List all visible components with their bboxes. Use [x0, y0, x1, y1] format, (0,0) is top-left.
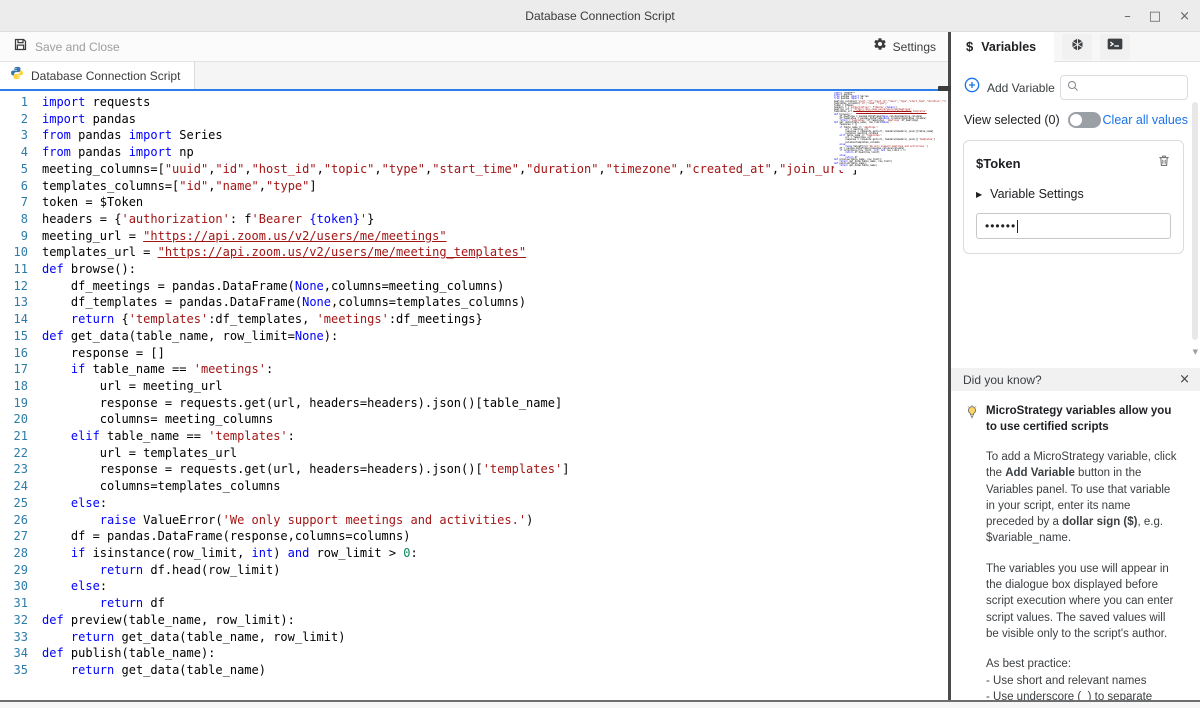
close-button[interactable]: × — [1179, 10, 1190, 23]
console-icon — [1107, 37, 1123, 56]
did-you-know-paragraph-2: The variables you use will appear in the… — [986, 561, 1181, 642]
variable-search-input[interactable] — [1084, 82, 1174, 94]
window-title: Database Connection Script — [525, 9, 674, 23]
editor-tab-label: Database Connection Script — [31, 69, 180, 83]
text-cursor — [1017, 220, 1018, 233]
tab-variables[interactable]: $ Variables — [951, 32, 1054, 62]
did-you-know-title: Did you know? — [963, 373, 1042, 387]
best-practice-item-1: - Use short and relevant names — [986, 673, 1181, 689]
did-you-know-panel: Did you know? × MicroStrategy variables … — [951, 368, 1200, 700]
gear-icon — [873, 37, 887, 56]
editor-tab-database-connection-script[interactable]: Database Connection Script — [0, 62, 195, 89]
variable-search-box[interactable] — [1060, 75, 1188, 100]
save-icon — [13, 37, 28, 57]
search-icon — [1067, 79, 1079, 97]
tab-console[interactable] — [1100, 34, 1130, 60]
view-selected-label: View selected (0) — [964, 113, 1060, 127]
tab-variables-label: Variables — [981, 40, 1036, 54]
title-bar: Database Connection Script – □ × — [0, 0, 1200, 32]
settings-button[interactable]: Settings — [873, 37, 948, 56]
chevron-right-icon: ▶ — [976, 190, 982, 199]
settings-label: Settings — [893, 40, 936, 54]
save-and-close-button[interactable]: Save and Close — [0, 37, 120, 57]
tab-packages[interactable] — [1062, 34, 1092, 60]
window-controls: – □ × — [1124, 0, 1190, 32]
editor-tabbar: Database Connection Script — [0, 62, 948, 89]
did-you-know-paragraph-1: To add a MicroStrategy variable, click t… — [986, 449, 1181, 547]
python-icon — [10, 66, 24, 85]
toolbar: Save and Close Settings — [0, 32, 948, 62]
add-variable-label: Add Variable — [987, 81, 1055, 95]
code-lines[interactable]: 1import requests2import pandas3from pand… — [0, 94, 948, 679]
variable-settings-expander[interactable]: ▶ Variable Settings — [976, 187, 1171, 201]
dollar-icon: $ — [966, 39, 973, 54]
masked-value: •••••• — [985, 219, 1016, 233]
variable-settings-label: Variable Settings — [990, 187, 1084, 201]
save-and-close-label: Save and Close — [35, 40, 120, 54]
minimize-button[interactable]: – — [1124, 10, 1131, 23]
right-panel-header: $ Variables — [951, 32, 1200, 62]
did-you-know-heading: MicroStrategy variables allow you to use… — [986, 403, 1176, 435]
window-bottom-strip — [0, 702, 1200, 708]
best-practice-intro: As best practice: — [986, 656, 1181, 672]
clear-all-values-link[interactable]: Clear all values — [1103, 113, 1188, 127]
variables-scrollbar[interactable] — [1192, 102, 1198, 340]
packages-icon — [1070, 37, 1085, 57]
scroll-down-icon[interactable]: ▼ — [1193, 348, 1198, 356]
tabbar-empty-area — [195, 62, 948, 89]
minimap[interactable]: 1import requests2import pandas3from pand… — [834, 92, 946, 170]
variables-panel: Add Variable View selected (0) Clear all… — [951, 62, 1200, 700]
view-selected-toggle[interactable] — [1068, 112, 1101, 128]
toggle-knob — [1070, 114, 1082, 126]
variable-value-input[interactable]: •••••• — [976, 213, 1171, 239]
code-editor[interactable]: 1import requests2import pandas3from pand… — [0, 89, 948, 700]
plus-circle-icon — [964, 77, 980, 98]
add-variable-button[interactable]: Add Variable — [964, 77, 1055, 98]
variable-card-token: $Token ▶ Variable Settings •••••• — [963, 140, 1184, 254]
close-icon[interactable]: × — [1179, 372, 1190, 387]
variable-name: $Token — [976, 156, 1021, 171]
app-window: Database Connection Script – □ × Save an… — [0, 0, 1200, 708]
trash-icon[interactable] — [1157, 153, 1171, 173]
maximize-button[interactable]: □ — [1149, 10, 1161, 23]
lightbulb-icon — [965, 404, 979, 435]
